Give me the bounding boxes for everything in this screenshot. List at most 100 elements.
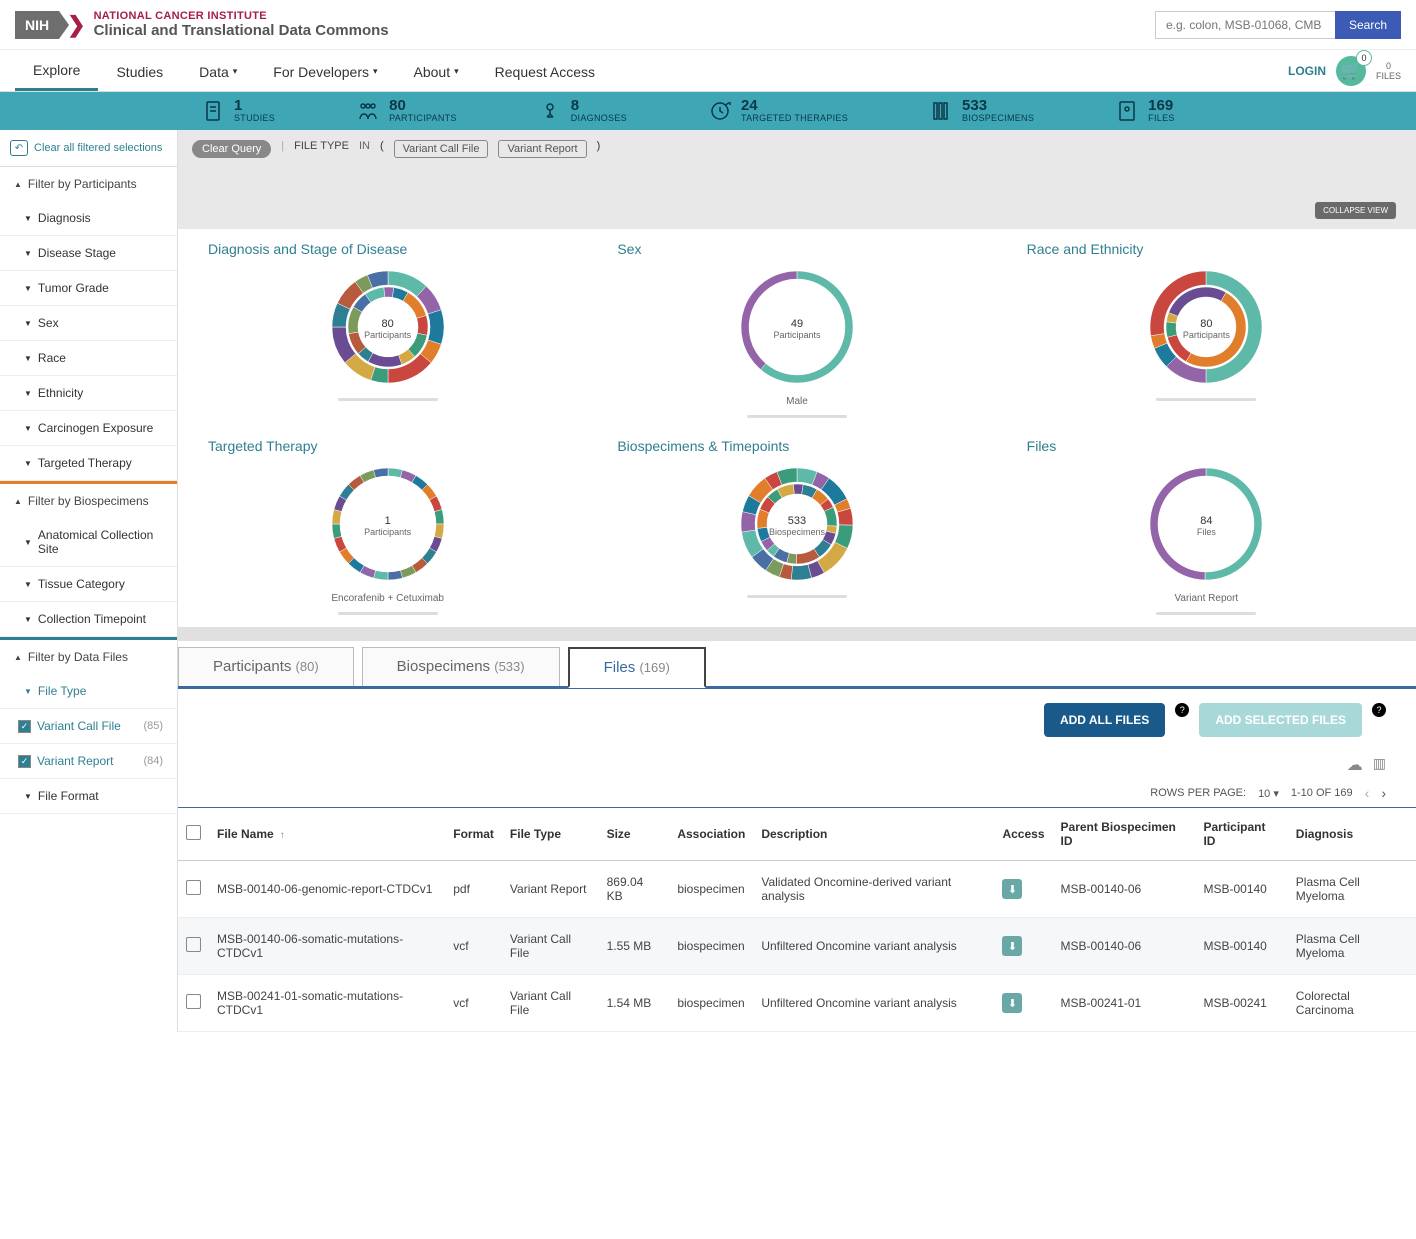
help-icon[interactable]: ?: [1372, 703, 1386, 717]
chart-scrollbar[interactable]: [1156, 398, 1256, 401]
nav-developers[interactable]: For Developers▾: [255, 52, 395, 90]
cell-size: 1.54 MB: [599, 975, 670, 1032]
cell-association: biospecimen: [669, 975, 753, 1032]
table-header[interactable]: Parent Biospecimen ID: [1053, 808, 1196, 861]
file-name-link[interactable]: MSB-00140-06-somatic-mutations-CTDCv1: [209, 918, 445, 975]
cell-association: biospecimen: [669, 861, 753, 918]
stat-files: 169FILES: [1114, 98, 1175, 124]
filter-file-type[interactable]: ▼File Type: [0, 674, 177, 709]
download-icon[interactable]: ⬇: [1002, 993, 1022, 1013]
filter-group-datafiles[interactable]: ▲Filter by Data Files: [0, 637, 177, 674]
filter-chip[interactable]: Variant Call File: [394, 140, 489, 158]
logo-chevron-icon: ❯: [67, 12, 85, 38]
chart-scrollbar[interactable]: [338, 398, 438, 401]
table-header[interactable]: Size: [599, 808, 670, 861]
nav-explore[interactable]: Explore: [15, 50, 98, 91]
checkbox-icon: ✓: [18, 755, 31, 768]
cell-description: Unfiltered Oncomine variant analysis: [753, 918, 994, 975]
help-icon[interactable]: ?: [1175, 703, 1189, 717]
tab-biospecimens[interactable]: Biospecimens (533): [362, 647, 560, 686]
query-field-label: FILE TYPE: [294, 140, 349, 152]
search-button[interactable]: Search: [1335, 11, 1401, 39]
next-page-button[interactable]: ›: [1381, 785, 1386, 801]
table-header[interactable]: Format: [445, 808, 502, 861]
collapse-view-button[interactable]: COLLAPSE VIEW: [1315, 202, 1396, 219]
table-row: MSB-00140-06-genomic-report-CTDCv1 pdf V…: [178, 861, 1416, 918]
chart-scrollbar[interactable]: [338, 612, 438, 615]
prev-page-button[interactable]: ‹: [1365, 785, 1370, 801]
cell-diagnosis: Plasma Cell Myeloma: [1288, 861, 1416, 918]
participant-link[interactable]: MSB-00140: [1195, 861, 1287, 918]
stat-diagnoses: 8DIAGNOSES: [537, 98, 627, 124]
nav-data[interactable]: Data▾: [181, 52, 255, 90]
chart-scrollbar[interactable]: [747, 415, 847, 418]
filter-tissue[interactable]: ▼Tissue Category: [0, 567, 177, 602]
add-all-files-button[interactable]: ADD ALL FILES: [1044, 703, 1165, 737]
filter-group-participants[interactable]: ▲Filter by Participants: [0, 167, 177, 201]
table-header[interactable]: Access: [994, 808, 1052, 861]
filter-race[interactable]: ▼Race: [0, 341, 177, 376]
row-checkbox[interactable]: [186, 880, 201, 895]
rows-per-page-select[interactable]: 10 ▾: [1258, 787, 1279, 800]
login-link[interactable]: LOGIN: [1288, 64, 1326, 78]
table-row: MSB-00140-06-somatic-mutations-CTDCv1 vc…: [178, 918, 1416, 975]
cell-filetype: Variant Call File: [502, 975, 599, 1032]
nih-logo: NIH: [15, 11, 59, 39]
table-header[interactable]: Diagnosis: [1288, 808, 1416, 861]
filter-disease-stage[interactable]: ▼Disease Stage: [0, 236, 177, 271]
tab-files[interactable]: Files (169): [568, 647, 706, 688]
add-selected-files-button[interactable]: ADD SELECTED FILES: [1199, 703, 1362, 737]
table-header[interactable]: Description: [753, 808, 994, 861]
biospecimen-link[interactable]: MSB-00140-06: [1053, 918, 1196, 975]
filter-targeted-therapy[interactable]: ▼Targeted Therapy: [0, 446, 177, 481]
download-icon[interactable]: ⬇: [1002, 936, 1022, 956]
filter-anatomical[interactable]: ▼Anatomical Collection Site: [0, 518, 177, 567]
chart-scrollbar[interactable]: [1156, 612, 1256, 615]
filter-tumor-grade[interactable]: ▼Tumor Grade: [0, 271, 177, 306]
filter-option-variant-report[interactable]: ✓Variant Report(84): [0, 744, 177, 779]
filter-timepoint[interactable]: ▼Collection Timepoint: [0, 602, 177, 637]
download-icon[interactable]: ⬇: [1002, 879, 1022, 899]
download-icon[interactable]: ☁: [1347, 755, 1363, 775]
biospecimen-link[interactable]: MSB-00241-01: [1053, 975, 1196, 1032]
file-name-link[interactable]: MSB-00241-01-somatic-mutations-CTDCv1: [209, 975, 445, 1032]
sort-asc-icon: ↑: [280, 830, 285, 841]
cell-size: 869.04 KB: [599, 861, 670, 918]
nav-about[interactable]: About▾: [396, 52, 477, 90]
filter-option-variant-call[interactable]: ✓Variant Call File(85): [0, 709, 177, 744]
filter-chip[interactable]: Variant Report: [498, 140, 586, 158]
cart-button[interactable]: 🛒 0: [1336, 56, 1366, 86]
stat-icon: [537, 98, 563, 124]
filter-sex[interactable]: ▼Sex: [0, 306, 177, 341]
clear-query-button[interactable]: Clear Query: [192, 140, 271, 158]
search-input[interactable]: [1155, 11, 1335, 39]
columns-icon[interactable]: ▥: [1373, 755, 1386, 775]
biospecimen-link[interactable]: MSB-00140-06: [1053, 861, 1196, 918]
participant-link[interactable]: MSB-00140: [1195, 918, 1287, 975]
chart-title: Files: [1027, 438, 1386, 454]
participant-link[interactable]: MSB-00241: [1195, 975, 1287, 1032]
row-checkbox[interactable]: [186, 937, 201, 952]
select-all-checkbox[interactable]: [186, 825, 201, 840]
table-header[interactable]: File Type: [502, 808, 599, 861]
cell-description: Validated Oncomine-derived variant analy…: [753, 861, 994, 918]
table-header[interactable]: File Name↑: [209, 808, 445, 861]
nav-request-access[interactable]: Request Access: [477, 52, 613, 90]
chart-scrollbar[interactable]: [747, 595, 847, 598]
chevron-down-icon: ▾: [454, 66, 459, 77]
filter-diagnosis[interactable]: ▼Diagnosis: [0, 201, 177, 236]
file-name-link[interactable]: MSB-00140-06-genomic-report-CTDCv1: [209, 861, 445, 918]
cell-description: Unfiltered Oncomine variant analysis: [753, 975, 994, 1032]
filter-carcinogen[interactable]: ▼Carcinogen Exposure: [0, 411, 177, 446]
chart-title: Diagnosis and Stage of Disease: [208, 241, 567, 257]
row-checkbox[interactable]: [186, 994, 201, 1009]
clear-selections-button[interactable]: ↶ Clear all filtered selections: [0, 130, 177, 167]
filter-file-format[interactable]: ▼File Format: [0, 779, 177, 814]
filter-group-biospecimens[interactable]: ▲Filter by Biospecimens: [0, 481, 177, 518]
table-header[interactable]: Participant ID: [1195, 808, 1287, 861]
table-header[interactable]: Association: [669, 808, 753, 861]
nav-studies[interactable]: Studies: [98, 52, 181, 90]
filter-ethnicity[interactable]: ▼Ethnicity: [0, 376, 177, 411]
chevron-down-icon: ▾: [233, 66, 238, 77]
tab-participants[interactable]: Participants (80): [178, 647, 354, 686]
